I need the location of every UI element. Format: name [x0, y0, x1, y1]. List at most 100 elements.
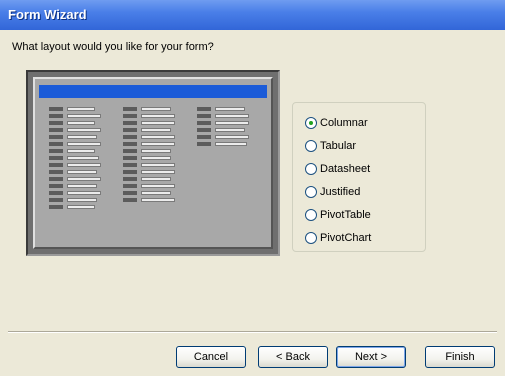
- option-label: Justified: [320, 186, 361, 198]
- title-bar: Form Wizard: [0, 0, 505, 30]
- preview-field-label: [123, 121, 137, 125]
- button-separator: [8, 331, 497, 333]
- preview-field-box: [215, 142, 247, 146]
- preview-field-box: [141, 114, 175, 118]
- preview-field-box: [141, 170, 175, 174]
- preview-field-label: [49, 198, 63, 202]
- window-title: Form Wizard: [8, 7, 87, 22]
- layout-question: What layout would you like for your form…: [12, 41, 214, 53]
- preview-field-box: [215, 107, 245, 111]
- preview-field-label: [123, 142, 137, 146]
- preview-field-label: [197, 107, 211, 111]
- preview-field-label: [123, 198, 137, 202]
- preview-field-box: [141, 121, 175, 125]
- preview-field-label: [49, 163, 63, 167]
- preview-field-label: [123, 191, 137, 195]
- preview-field-box: [141, 135, 175, 139]
- layout-preview: [26, 70, 280, 256]
- preview-field-label: [49, 121, 63, 125]
- preview-field-box: [67, 184, 97, 188]
- layout-options-group: Columnar Tabular Datasheet Justified Piv…: [292, 102, 426, 252]
- preview-field-box: [141, 107, 171, 111]
- preview-field-label: [123, 163, 137, 167]
- preview-field-box: [215, 128, 245, 132]
- preview-field-label: [49, 191, 63, 195]
- preview-field-box: [141, 184, 175, 188]
- preview-field-box: [141, 191, 171, 195]
- preview-field-label: [123, 149, 137, 153]
- option-justified[interactable]: Justified: [305, 184, 360, 200]
- preview-field-label: [49, 205, 63, 209]
- option-datasheet[interactable]: Datasheet: [305, 161, 370, 177]
- preview-field-box: [67, 205, 95, 209]
- option-label: Columnar: [320, 117, 368, 129]
- preview-field-box: [67, 107, 95, 111]
- preview-field-label: [197, 128, 211, 132]
- preview-field-box: [141, 198, 175, 202]
- cancel-button[interactable]: Cancel: [176, 346, 246, 368]
- preview-field-box: [67, 128, 101, 132]
- preview-field-label: [123, 107, 137, 111]
- option-tabular[interactable]: Tabular: [305, 138, 356, 154]
- option-label: Datasheet: [320, 163, 371, 175]
- preview-field-label: [49, 135, 63, 139]
- preview-field-box: [67, 177, 101, 181]
- radio-datasheet[interactable]: [305, 163, 317, 175]
- option-label: PivotTable: [320, 209, 371, 221]
- preview-field-label: [49, 177, 63, 181]
- preview-field-label: [197, 135, 211, 139]
- preview-field-box: [141, 156, 171, 160]
- preview-field-box: [215, 121, 249, 125]
- preview-field-label: [123, 135, 137, 139]
- preview-field-label: [49, 107, 63, 111]
- preview-field-box: [67, 191, 101, 195]
- preview-field-box: [67, 163, 101, 167]
- preview-field-label: [123, 128, 137, 132]
- preview-field-box: [67, 114, 101, 118]
- preview-field-box: [67, 149, 95, 153]
- option-columnar[interactable]: Columnar: [305, 115, 368, 131]
- preview-field-box: [67, 156, 99, 160]
- preview-header-bar: [39, 85, 267, 98]
- preview-field-box: [215, 135, 249, 139]
- radio-pivottable[interactable]: [305, 209, 317, 221]
- preview-field-box: [67, 135, 97, 139]
- finish-button[interactable]: Finish: [425, 346, 495, 368]
- preview-field-label: [123, 184, 137, 188]
- radio-justified[interactable]: [305, 186, 317, 198]
- radio-pivotchart[interactable]: [305, 232, 317, 244]
- preview-field-label: [49, 184, 63, 188]
- radio-columnar[interactable]: [305, 117, 317, 129]
- option-pivottable[interactable]: PivotTable: [305, 207, 371, 223]
- preview-field-box: [215, 114, 249, 118]
- option-label: PivotChart: [320, 232, 372, 244]
- option-pivotchart[interactable]: PivotChart: [305, 230, 371, 246]
- preview-field-label: [49, 149, 63, 153]
- preview-field-label: [49, 156, 63, 160]
- preview-field-box: [141, 142, 175, 146]
- back-button[interactable]: < Back: [258, 346, 328, 368]
- option-label: Tabular: [320, 140, 357, 152]
- layout-preview-form: [33, 77, 273, 249]
- preview-field-box: [141, 128, 171, 132]
- preview-field-label: [123, 114, 137, 118]
- preview-field-label: [49, 170, 63, 174]
- preview-field-label: [123, 170, 137, 174]
- preview-field-box: [67, 198, 97, 202]
- next-button[interactable]: Next >: [336, 346, 406, 368]
- preview-field-label: [123, 156, 137, 160]
- preview-field-box: [141, 149, 171, 153]
- preview-field-box: [141, 163, 175, 167]
- preview-field-label: [49, 142, 63, 146]
- radio-tabular[interactable]: [305, 140, 317, 152]
- preview-field-box: [141, 177, 171, 181]
- preview-field-box: [67, 142, 101, 146]
- preview-field-label: [197, 121, 211, 125]
- preview-field-box: [67, 170, 97, 174]
- preview-field-box: [67, 121, 95, 125]
- preview-field-label: [197, 114, 211, 118]
- preview-field-label: [49, 128, 63, 132]
- preview-field-label: [123, 177, 137, 181]
- preview-field-label: [197, 142, 211, 146]
- preview-field-label: [49, 114, 63, 118]
